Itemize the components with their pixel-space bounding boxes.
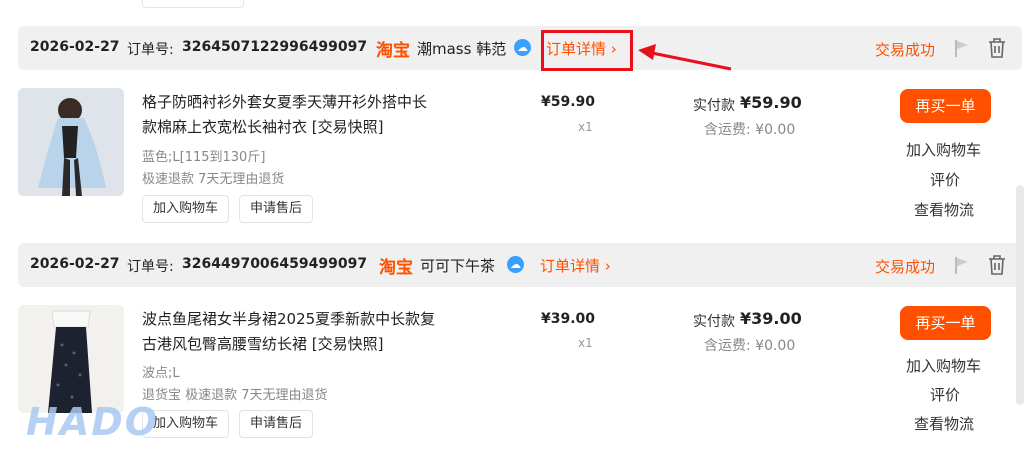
product-title[interactable]: 波点鱼尾裙女半身裙2025夏季新款中长款复 古港风包臀高腰雪纺长裙 [交易快照] [142, 307, 462, 357]
trash-icon[interactable] [987, 254, 1007, 276]
taobao-logo: 淘宝 [379, 258, 413, 278]
order-number: 3264497006459499097 [182, 256, 368, 272]
unit-price: ¥39.00 [541, 311, 596, 327]
product-title[interactable]: 格子防晒衬衫外套女夏季天薄开衫外搭中长 款棉麻上衣宽松长袖衬衣 [交易快照] [142, 90, 462, 140]
flag-icon[interactable] [953, 38, 971, 58]
product-title-line[interactable]: 波点鱼尾裙女半身裙2025夏季新款中长款复 [142, 307, 462, 332]
annotation-highlight-box [541, 30, 633, 71]
annotation-arrow [638, 44, 732, 71]
order-detail-link[interactable]: 订单详情 › [540, 255, 611, 276]
trash-icon[interactable] [987, 37, 1007, 59]
order-header: 2026-02-27 订单号: 3264507122996499097 淘宝 潮… [18, 26, 1022, 70]
order-number: 3264507122996499097 [182, 39, 368, 55]
track-logistics-link[interactable]: 查看物流 [914, 199, 974, 220]
order-number-label: 订单号: [127, 42, 174, 58]
order-header: 2026-02-27 订单号: 3264497006459499097 淘宝 可… [18, 243, 1022, 287]
add-to-cart-link[interactable]: 加入购物车 [906, 355, 981, 376]
wangwang-icon[interactable]: ☁ [507, 256, 524, 273]
review-link[interactable]: 评价 [930, 384, 960, 405]
add-to-cart-link[interactable]: 加入购物车 [906, 139, 981, 160]
product-image[interactable] [18, 305, 124, 413]
refund-policy: 退货宝 极速退款 7天无理由退货 [142, 388, 328, 403]
watermark-logo: HADO [26, 400, 160, 444]
product-spec: 波点;L [142, 366, 180, 381]
product-photo-shirt [18, 88, 124, 196]
shop-name[interactable]: 可可下午茶 [420, 255, 495, 276]
shipping-fee: 含运费: ¥0.00 [704, 338, 796, 354]
review-link[interactable]: 评价 [930, 169, 960, 190]
order-date: 2026-02-27 [30, 39, 120, 55]
order-number-label: 订单号: [127, 259, 174, 275]
scrollbar[interactable] [1016, 185, 1024, 405]
product-title-line[interactable]: 古港风包臀高腰雪纺长裙 [交易快照] [142, 332, 462, 357]
paid-amount: ¥39.00 [740, 309, 802, 328]
order-date: 2026-02-27 [30, 256, 120, 272]
product-title-line[interactable]: 格子防晒衬衫外套女夏季天薄开衫外搭中长 [142, 90, 462, 115]
quantity: x1 [578, 120, 593, 134]
track-logistics-link[interactable]: 查看物流 [914, 413, 974, 434]
order-status: 交易成功 [875, 258, 936, 276]
after-sales-button[interactable]: 申请售后 [239, 195, 314, 223]
taobao-logo: 淘宝 [376, 41, 410, 61]
refund-policy: 极速退款 7天无理由退货 [142, 172, 285, 187]
paid-label: 实付款 [693, 314, 735, 330]
buy-again-button[interactable]: 再买一单 [900, 306, 991, 340]
unit-price: ¥59.90 [541, 94, 596, 110]
shipping-fee: 含运费: ¥0.00 [704, 122, 796, 138]
product-title-line[interactable]: 款棉麻上衣宽松长袖衬衣 [交易快照] [142, 115, 462, 140]
buy-again-button[interactable]: 再买一单 [900, 89, 991, 123]
quantity: x1 [578, 336, 593, 350]
product-spec: 蓝色;L[115到130斤] [142, 150, 266, 165]
wangwang-icon[interactable]: ☁ [514, 39, 531, 56]
paid-amount: ¥59.90 [740, 93, 802, 112]
product-photo-skirt [18, 305, 124, 413]
order-status: 交易成功 [875, 41, 936, 59]
previous-order-button-stub[interactable] [142, 0, 244, 8]
product-image[interactable] [18, 88, 124, 196]
after-sales-button[interactable]: 申请售后 [239, 410, 314, 438]
flag-icon[interactable] [953, 255, 971, 275]
shop-name[interactable]: 潮mass 韩范 [417, 38, 506, 59]
add-to-cart-button[interactable]: 加入购物车 [142, 195, 230, 223]
paid-label: 实付款 [693, 98, 735, 114]
